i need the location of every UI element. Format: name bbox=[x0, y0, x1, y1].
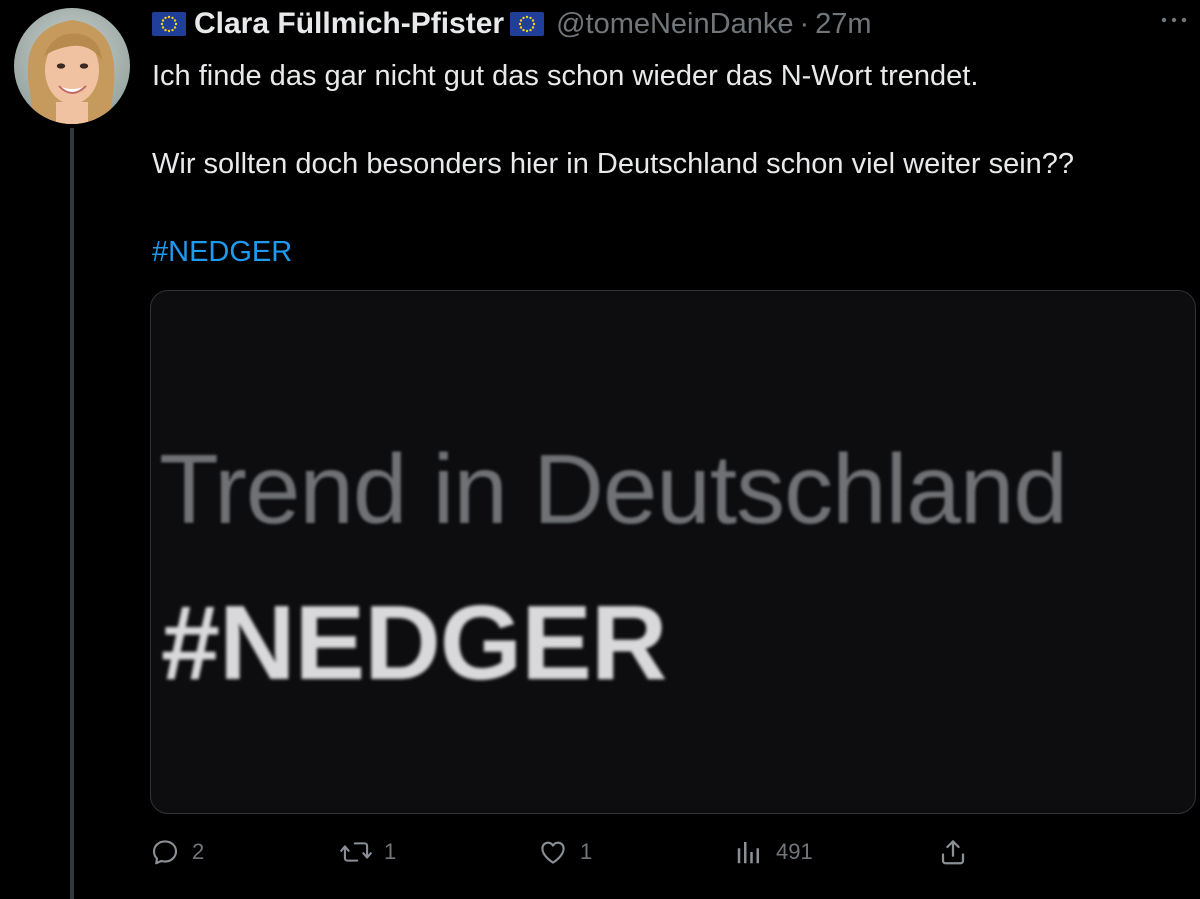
hashtag-link[interactable]: #NEDGER bbox=[152, 230, 1192, 274]
more-icon[interactable] bbox=[1156, 10, 1192, 30]
reply-count: 2 bbox=[192, 839, 205, 864]
avatar[interactable] bbox=[14, 8, 130, 124]
tweet-header: Clara Füllmich-Pfister @tomeNeinDanke · … bbox=[152, 4, 872, 44]
user-handle[interactable]: @tomeNeinDanke bbox=[556, 8, 793, 41]
views-count: 491 bbox=[776, 839, 813, 864]
eu-flag-icon bbox=[510, 12, 545, 36]
avatar-image bbox=[14, 8, 130, 124]
thread-line bbox=[70, 128, 74, 899]
display-name[interactable]: Clara Füllmich-Pfister bbox=[194, 7, 504, 41]
tweet-text-line: Ich finde das gar nicht gut das schon wi… bbox=[152, 60, 979, 92]
views-icon bbox=[734, 837, 764, 867]
like-count: 1 bbox=[580, 839, 593, 864]
tweet-media-image[interactable]: Trend in Deutschland #NEDGER bbox=[150, 290, 1196, 814]
share-button[interactable] bbox=[938, 830, 968, 874]
action-bar: 2 1 1 491 bbox=[150, 830, 970, 874]
heart-icon bbox=[538, 837, 568, 867]
reply-icon bbox=[150, 837, 180, 867]
like-button[interactable]: 1 bbox=[538, 830, 592, 874]
media-subtitle: Trend in Deutschland bbox=[159, 434, 1068, 544]
views-button[interactable]: 491 bbox=[734, 830, 813, 874]
reply-button[interactable]: 2 bbox=[150, 830, 204, 874]
separator-dot: · bbox=[799, 7, 810, 40]
tweet: Clara Füllmich-Pfister @tomeNeinDanke · … bbox=[0, 0, 1200, 899]
retweet-icon bbox=[340, 837, 372, 867]
timestamp[interactable]: 27m bbox=[815, 8, 871, 41]
tweet-text: Ich finde das gar nicht gut das schon wi… bbox=[152, 54, 1192, 274]
tweet-text-line: Wir sollten doch besonders hier in Deuts… bbox=[152, 148, 1075, 180]
media-headline: #NEDGER bbox=[161, 584, 667, 702]
retweet-button[interactable]: 1 bbox=[340, 830, 396, 874]
eu-flag-icon bbox=[152, 12, 186, 36]
retweet-count: 1 bbox=[384, 839, 397, 864]
share-icon bbox=[938, 837, 968, 867]
